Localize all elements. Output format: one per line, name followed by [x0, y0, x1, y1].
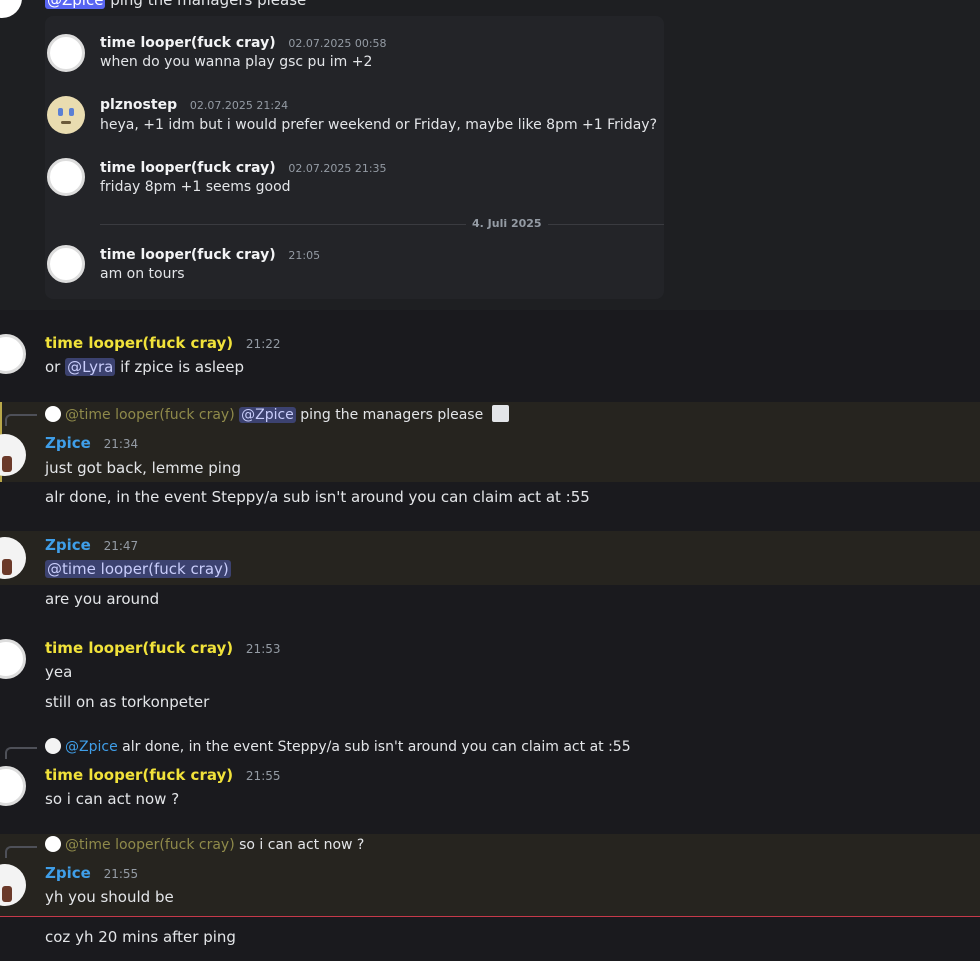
reply-author[interactable]: @time looper(fuck cray): [65, 837, 235, 853]
reply-text: ping the managers please: [110, 0, 307, 9]
username[interactable]: time looper(fuck cray): [100, 35, 276, 51]
reply-spine: [5, 414, 37, 426]
message-header: time looper(fuck cray) 21:55: [45, 766, 281, 784]
timestamp: 21:55: [245, 769, 281, 783]
reply-avatar: [45, 836, 61, 852]
message-header: Zpice 21:34: [45, 434, 138, 452]
image-icon: [491, 405, 509, 422]
text-segment: or: [45, 358, 66, 376]
mention[interactable]: @Zpice: [239, 407, 296, 423]
avatar[interactable]: [47, 245, 85, 283]
reply-preview[interactable]: @time looper(fuck cray) @Zpice ping the …: [45, 405, 509, 423]
message-header: Zpice 21:47: [45, 536, 138, 554]
avatar[interactable]: [47, 158, 85, 196]
avatar[interactable]: [47, 34, 85, 72]
timestamp: 21:47: [103, 539, 139, 553]
username[interactable]: time looper(fuck cray): [100, 247, 276, 263]
embed-message-header: plznostep 02.07.2025 21:24: [100, 95, 288, 113]
username[interactable]: time looper(fuck cray): [45, 334, 233, 352]
mention-lyra[interactable]: @Lyra: [65, 358, 116, 376]
reply-author[interactable]: @Zpice: [65, 739, 118, 755]
embed-message-header: time looper(fuck cray) 21:05: [100, 245, 320, 263]
reply-text: so i can act now ?: [239, 837, 365, 853]
message-text: heya, +1 idm but i would prefer weekend …: [100, 117, 657, 133]
message-text: or @Lyra if zpice is asleep: [45, 358, 244, 376]
new-messages-divider: [0, 916, 980, 917]
reply-spine: [5, 747, 37, 759]
timestamp: 21:22: [245, 337, 281, 351]
message-text: am on tours: [100, 266, 185, 282]
username[interactable]: plznostep: [100, 97, 177, 113]
username[interactable]: Zpice: [45, 434, 91, 452]
message-text: friday 8pm +1 seems good: [100, 179, 291, 195]
message-header: time looper(fuck cray) 21:22: [45, 334, 281, 352]
username[interactable]: Zpice: [45, 536, 91, 554]
username[interactable]: time looper(fuck cray): [45, 639, 233, 657]
timestamp: 21:53: [245, 642, 281, 656]
top-reply-line: @Zpice ping the managers please: [45, 0, 306, 9]
date-divider-line: [100, 224, 664, 225]
mention[interactable]: @Zpice: [45, 0, 106, 9]
date-divider: 4. Juli 2025: [466, 217, 548, 230]
message-text: yea: [45, 663, 73, 681]
timestamp: 02.07.2025 00:58: [288, 37, 387, 50]
timestamp: 02.07.2025 21:35: [288, 162, 387, 175]
reply-preview[interactable]: @time looper(fuck cray) so i can act now…: [45, 836, 364, 853]
embed-message-header: time looper(fuck cray) 02.07.2025 00:58: [100, 33, 387, 51]
message-text: @time looper(fuck cray): [45, 560, 231, 578]
username[interactable]: time looper(fuck cray): [100, 160, 276, 176]
message-header: time looper(fuck cray) 21:53: [45, 639, 281, 657]
embed-message-header: time looper(fuck cray) 02.07.2025 21:35: [100, 158, 387, 176]
username[interactable]: Zpice: [45, 864, 91, 882]
message-text: coz yh 20 mins after ping: [45, 928, 236, 946]
message-text: when do you wanna play gsc pu im +2: [100, 54, 373, 70]
message-text: yh you should be: [45, 888, 174, 906]
message-text: still on as torkonpeter: [45, 693, 210, 711]
reply-spine: [5, 846, 37, 858]
avatar[interactable]: [0, 639, 26, 679]
message-text: so i can act now ?: [45, 790, 180, 808]
avatar[interactable]: [47, 96, 85, 134]
reply-text: ping the managers please: [300, 407, 484, 423]
username[interactable]: time looper(fuck cray): [45, 766, 233, 784]
reply-text: alr done, in the event Steppy/a sub isn'…: [122, 739, 631, 755]
reply-avatar: [45, 406, 61, 422]
message-text: alr done, in the event Steppy/a sub isn'…: [45, 488, 590, 506]
text-segment: if zpice is asleep: [115, 358, 245, 376]
message-header: Zpice 21:55: [45, 864, 138, 882]
reply-avatar: [45, 738, 61, 754]
message-text: just got back, lemme ping: [45, 459, 242, 477]
mention[interactable]: @time looper(fuck cray): [45, 560, 231, 578]
avatar[interactable]: [0, 766, 26, 806]
timestamp: 21:34: [103, 437, 139, 451]
reply-preview[interactable]: @Zpice alr done, in the event Steppy/a s…: [45, 738, 631, 755]
timestamp: 21:55: [103, 867, 139, 881]
reply-author[interactable]: @time looper(fuck cray): [65, 407, 235, 423]
message-text: are you around: [45, 590, 160, 608]
timestamp: 21:05: [288, 249, 321, 262]
avatar[interactable]: [0, 334, 26, 374]
timestamp: 02.07.2025 21:24: [189, 99, 289, 112]
